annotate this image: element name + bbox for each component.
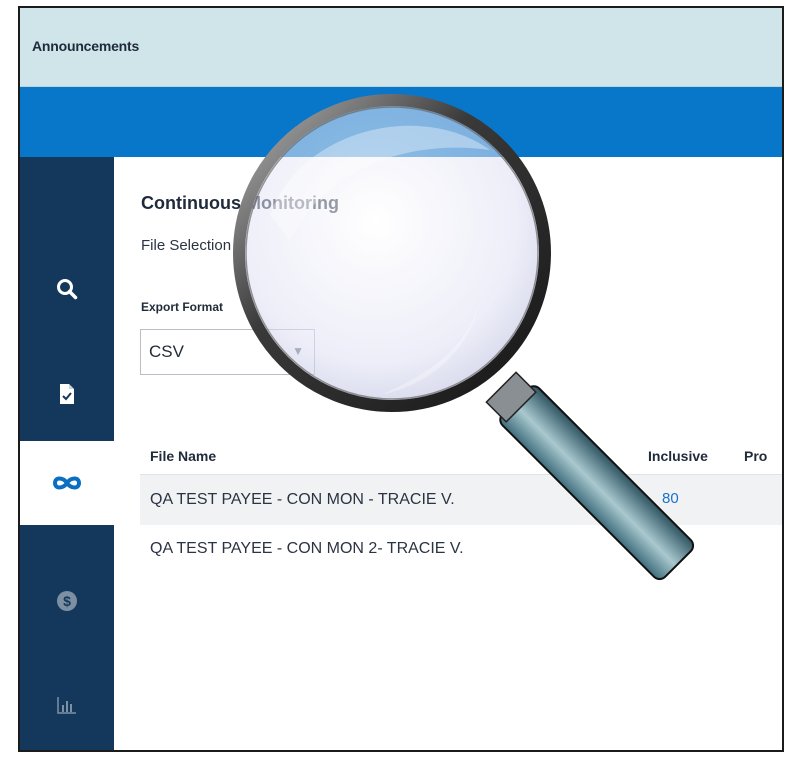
column-header-file-name[interactable]: File Name (150, 448, 216, 464)
column-header-pro[interactable]: Pro (744, 448, 767, 464)
chevron-down-icon: ▼ (292, 344, 304, 358)
inclusive-count-link[interactable]: 80 (662, 490, 679, 507)
top-nav-bar (20, 87, 782, 157)
infinity-icon (52, 476, 82, 490)
table-row[interactable]: QA TEST PAYEE - CON MON 2- TRACIE V. 40 (140, 525, 782, 595)
announcements-label[interactable]: Announcements (32, 38, 139, 54)
page-title: Continuous Monitoring (141, 193, 339, 213)
export-format-select[interactable]: CSV ▼ (140, 329, 315, 375)
app-window: Announcements $ Continuous Monitoring Fi… (18, 6, 784, 752)
export-format-value: CSV (149, 342, 184, 361)
sidebar-item-document[interactable] (20, 352, 114, 436)
export-format-label: Export Format (141, 300, 224, 314)
svg-text:$: $ (63, 593, 71, 609)
dollar-circle-icon: $ (57, 591, 77, 611)
sidebar: $ (20, 157, 114, 750)
search-icon (57, 279, 78, 300)
bar-chart-icon (57, 697, 76, 714)
column-header-inclusive[interactable]: Inclusive (648, 448, 708, 464)
table-row[interactable]: QA TEST PAYEE - CON MON - TRACIE V. 80 (140, 474, 782, 526)
sidebar-item-payments[interactable]: $ (20, 559, 114, 643)
announcements-bar[interactable]: Announcements (20, 8, 782, 87)
document-check-icon (60, 384, 74, 404)
main-content: Continuous Monitoring File Selection Exp… (114, 157, 782, 750)
sidebar-item-search[interactable] (20, 247, 114, 331)
inclusive-count-link[interactable]: 40 (662, 540, 679, 557)
sidebar-item-reports[interactable] (20, 663, 114, 747)
section-subtitle: File Selection (141, 237, 232, 254)
file-name-cell: QA TEST PAYEE - CON MON 2- TRACIE V. (150, 540, 464, 557)
sidebar-item-continuous-monitoring[interactable] (20, 441, 114, 525)
table-header: File Name Inclusive Pro (140, 440, 782, 474)
file-name-cell: QA TEST PAYEE - CON MON - TRACIE V. (150, 491, 455, 508)
